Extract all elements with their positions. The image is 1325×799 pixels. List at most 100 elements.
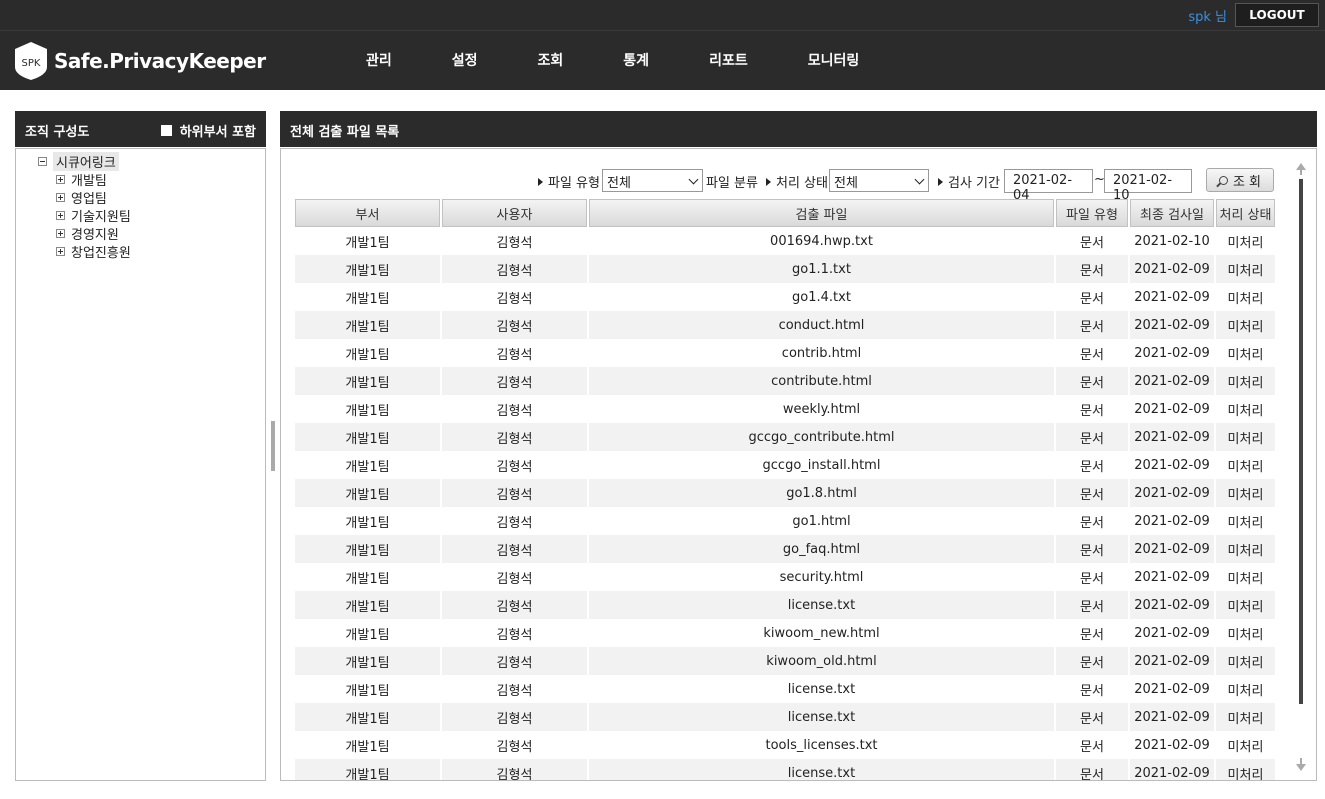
cell-file: gccgo_install.html (762, 457, 881, 473)
cell-dept: 개발1팀 (295, 591, 440, 619)
date-to-input[interactable]: 2021-02-10 (1104, 169, 1192, 203)
cell-status: 미처리 (1216, 535, 1275, 563)
table-row[interactable]: 개발1팀 김형석 contrib.html 문서 2021-02-09 미처리 (295, 339, 1275, 367)
tree-node-label[interactable]: 개발팀 (71, 170, 107, 189)
column-header-status[interactable]: 처리 상태 (1216, 199, 1275, 227)
table-row[interactable]: 개발1팀 김형석 kiwoom_new.html 문서 2021-02-09 미처리 (295, 619, 1275, 647)
cell-file: contrib.html (781, 345, 862, 361)
cell-last-scan: 2021-02-09 (1134, 345, 1210, 361)
cell-file: conduct.html (589, 311, 1054, 339)
table-row[interactable]: 개발1팀 김형석 go1.8.html 문서 2021-02-09 미처리 (295, 479, 1275, 507)
tree-node[interactable]: 경영지원 (56, 224, 131, 243)
cell-user: 김형석 (442, 479, 587, 507)
cell-file-type: 문서 (1080, 403, 1104, 419)
cell-dept: 개발1팀 (345, 403, 390, 419)
scroll-up-arrow-icon[interactable] (1296, 163, 1306, 175)
date-from-input[interactable]: 2021-02-04 (1004, 169, 1093, 203)
vertical-scrollbar[interactable] (1296, 163, 1308, 771)
cell-file-type: 문서 (1080, 571, 1104, 587)
nav-item-settings[interactable]: 설정 (422, 31, 508, 91)
table-row[interactable]: 개발1팀 김형석 kiwoom_old.html 문서 2021-02-09 미처리 (295, 647, 1275, 675)
table-row[interactable]: 개발1팀 김형석 go_faq.html 문서 2021-02-09 미처리 (295, 535, 1275, 563)
scroll-down-arrow-icon[interactable] (1296, 758, 1306, 771)
cell-dept: 개발1팀 (295, 255, 440, 283)
logout-button[interactable]: LOGOUT (1235, 3, 1319, 27)
table-row[interactable]: 개발1팀 김형석 contribute.html 문서 2021-02-09 미처리 (295, 367, 1275, 395)
table-row[interactable]: 개발1팀 김형석 go1.1.txt 문서 2021-02-09 미처리 (295, 255, 1275, 283)
cell-file-type: 문서 (1056, 591, 1128, 619)
tree-root-label[interactable]: 시큐어링크 (53, 151, 119, 171)
search-button[interactable]: 조 회 (1206, 168, 1274, 192)
tree-node-label[interactable]: 경영지원 (71, 224, 119, 243)
search-button-label: 조 회 (1232, 174, 1262, 190)
table-row[interactable]: 개발1팀 김형석 001694.hwp.txt 문서 2021-02-10 미처리 (295, 227, 1275, 255)
cell-user: 김형석 (496, 403, 533, 419)
tree-node[interactable]: 개발팀 (56, 170, 131, 189)
scrollbar-thumb[interactable] (1299, 179, 1303, 704)
collapse-icon[interactable] (38, 156, 47, 166)
table-row[interactable]: 개발1팀 김형석 gccgo_install.html 문서 2021-02-09 미처리 (295, 451, 1275, 479)
expand-icon[interactable] (56, 246, 65, 256)
org-chart-title: 조직 구성도 (25, 125, 90, 140)
column-header-file-type[interactable]: 파일 유형 (1056, 199, 1128, 227)
nav-item-statistics[interactable]: 통계 (593, 31, 679, 91)
expand-icon[interactable] (56, 174, 65, 184)
tree-node[interactable]: 기술지원팀 (56, 206, 131, 225)
include-sub-dept-checkbox[interactable] (160, 125, 172, 136)
table-row[interactable]: 개발1팀 김형석 security.html 문서 2021-02-09 미처리 (295, 563, 1275, 591)
table-row[interactable]: 개발1팀 김형석 weekly.html 문서 2021-02-09 미처리 (295, 395, 1275, 423)
cell-dept: 개발1팀 (295, 703, 440, 731)
table-row[interactable]: 개발1팀 김형석 go1.4.txt 문서 2021-02-09 미처리 (295, 283, 1275, 311)
column-header-dept[interactable]: 부서 (295, 199, 440, 227)
cell-user: 김형석 (496, 683, 533, 699)
table-row[interactable]: 개발1팀 김형석 license.txt 문서 2021-02-09 미처리 (295, 759, 1275, 780)
cell-file-type: 문서 (1080, 291, 1104, 307)
nav-item-search[interactable]: 조회 (508, 31, 594, 91)
cell-last-scan: 2021-02-10 (1134, 233, 1210, 249)
cell-user: 김형석 (442, 759, 587, 780)
user-name: spk 님 (1188, 10, 1227, 25)
table-row[interactable]: 개발1팀 김형석 tools_licenses.txt 문서 2021-02-09 미처리 (295, 731, 1275, 759)
cell-user: 김형석 (496, 515, 533, 531)
table-row[interactable]: 개발1팀 김형석 license.txt 문서 2021-02-09 미처리 (295, 675, 1275, 703)
cell-last-scan: 2021-02-09 (1130, 367, 1214, 395)
nav-item-monitoring[interactable]: 모니터링 (778, 31, 890, 91)
tree-node-label[interactable]: 영업팀 (71, 188, 107, 207)
cell-file-type: 문서 (1056, 647, 1128, 675)
tree-node[interactable]: 창업진흥원 (56, 242, 131, 261)
panel-splitter-handle[interactable] (271, 421, 275, 471)
column-header-last-scan[interactable]: 최종 검사일 (1130, 199, 1214, 227)
cell-dept: 개발1팀 (345, 627, 390, 643)
table-row[interactable]: 개발1팀 김형석 gccgo_contribute.html 문서 2021-02-09… (295, 423, 1275, 451)
cell-user: 김형석 (496, 739, 533, 755)
expand-icon[interactable] (56, 210, 65, 220)
status-select[interactable]: 전체 (829, 169, 929, 192)
tree-node-label[interactable]: 기술지원팀 (71, 206, 131, 225)
expand-icon[interactable] (56, 192, 65, 202)
nav-item-report[interactable]: 리포트 (679, 31, 778, 91)
cell-file-type: 문서 (1056, 423, 1128, 451)
table-row[interactable]: 개발1팀 김형석 license.txt 문서 2021-02-09 미처리 (295, 591, 1275, 619)
expand-icon[interactable] (56, 228, 65, 238)
cell-user: 김형석 (496, 291, 533, 307)
nav-item-manage[interactable]: 관리 (336, 31, 422, 91)
cell-status: 미처리 (1216, 759, 1275, 780)
column-header-user[interactable]: 사용자 (442, 199, 587, 227)
tree-root[interactable]: 시큐어링크 (38, 151, 131, 171)
cell-last-scan: 2021-02-09 (1130, 591, 1214, 619)
table-row[interactable]: 개발1팀 김형석 go1.html 문서 2021-02-09 미처리 (295, 507, 1275, 535)
include-sub-dept-toggle[interactable]: 하위부서 포함 (160, 121, 256, 140)
logo[interactable]: SPK Safe.PrivacyKeeper (14, 41, 266, 81)
tree-node[interactable]: 영업팀 (56, 188, 131, 207)
cell-status: 미처리 (1227, 683, 1264, 699)
cell-user: 김형석 (442, 591, 587, 619)
cell-file: license.txt (589, 759, 1054, 780)
cell-last-scan: 2021-02-09 (1130, 535, 1214, 563)
tree-node-label[interactable]: 창업진흥원 (71, 242, 131, 261)
table-row[interactable]: 개발1팀 김형석 license.txt 문서 2021-02-09 미처리 (295, 703, 1275, 731)
column-header-file[interactable]: 검출 파일 (589, 199, 1054, 227)
table-row[interactable]: 개발1팀 김형석 conduct.html 문서 2021-02-09 미처리 (295, 311, 1275, 339)
cell-last-scan: 2021-02-09 (1130, 311, 1214, 339)
file-type-select[interactable]: 전체 (602, 169, 703, 192)
cell-file-type: 문서 (1056, 535, 1128, 563)
